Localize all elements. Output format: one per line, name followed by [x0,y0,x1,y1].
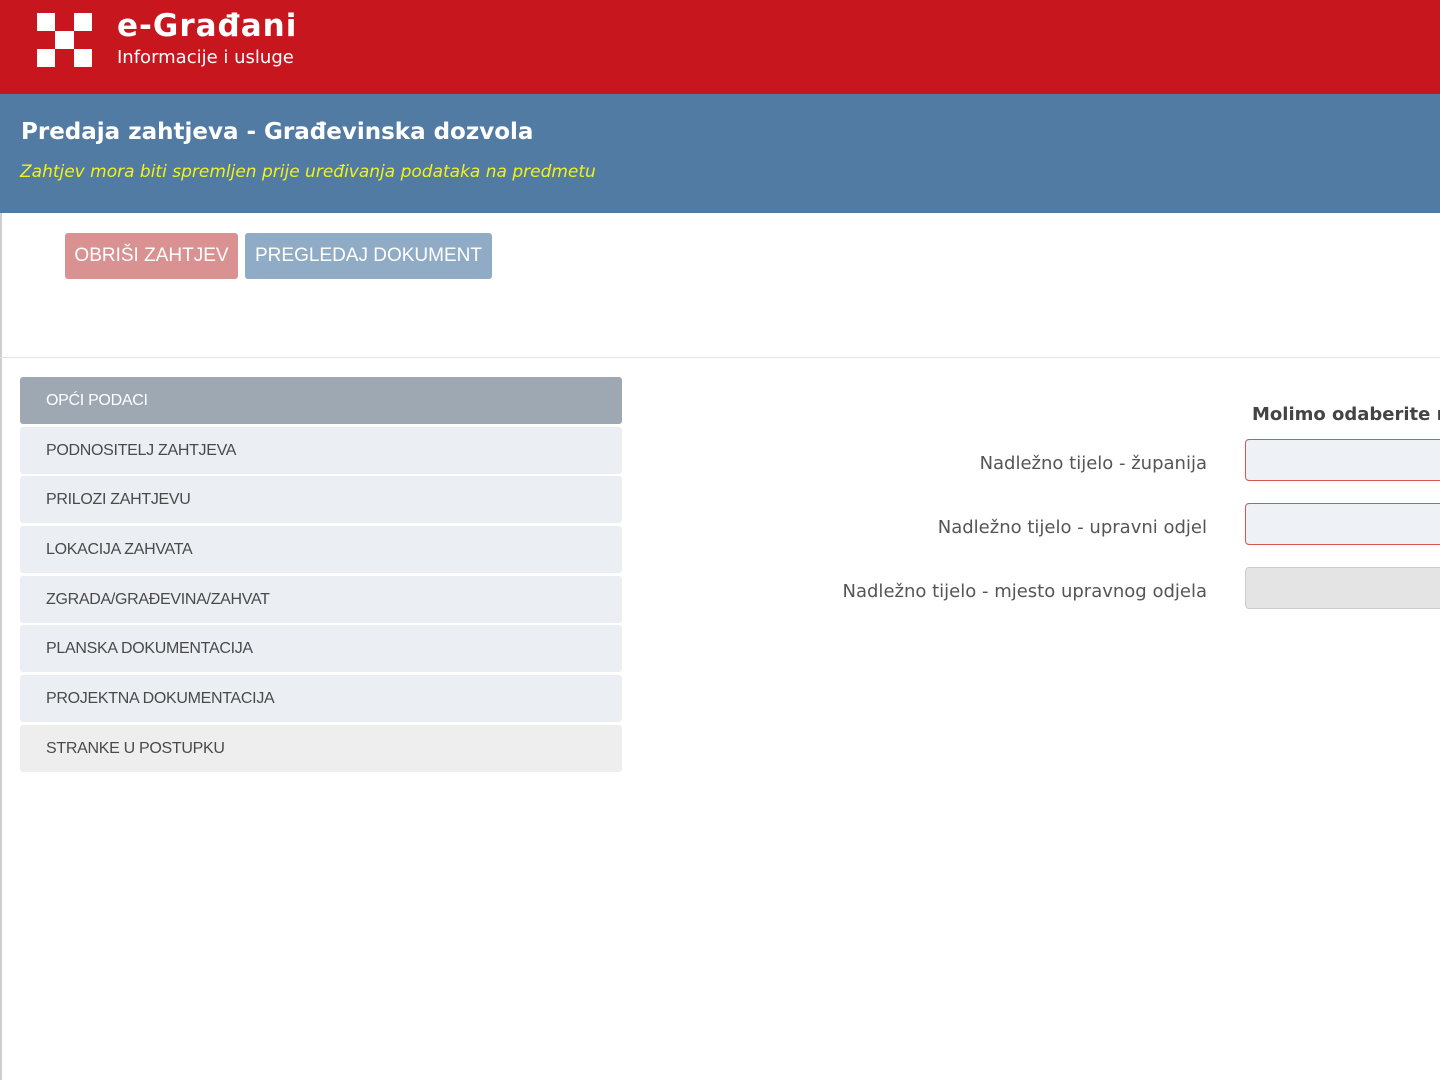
page-title: Predaja zahtjeva - Građevinska dozvola [21,119,534,145]
nav-item-opci-podaci[interactable]: OPĆI PODACI [20,377,622,424]
department-select[interactable] [1245,503,1440,545]
section-divider [0,357,1440,358]
nav-item-lokacija-zahvata[interactable]: LOKACIJA ZAHVATA [20,526,622,574]
county-select[interactable] [1245,439,1440,481]
county-label: Nadležno tijelo - županija [979,453,1207,474]
department-label: Nadležno tijelo - upravni odjel [937,517,1207,538]
department-location-label: Nadležno tijelo - mjesto upravnog odjela [842,581,1207,602]
top-brand-bar: e-Građani Informacije i usluge [0,0,1440,94]
department-location-field [1245,567,1440,609]
nav-item-projektna-dokumentacija[interactable]: PROJEKTNA DOKUMENTACIJA [20,675,622,723]
section-nav: OPĆI PODACI PODNOSITELJ ZAHTJEVA PRILOZI… [20,377,622,775]
nav-item-planska-dokumentacija[interactable]: PLANSKA DOKUMENTACIJA [20,625,622,673]
save-notice: Zahtjev mora biti spremljen prije uređiv… [20,162,596,182]
app-subtitle: Informacije i usluge [117,47,294,68]
preview-document-button[interactable]: PREGLEDAJ DOKUMENT [245,233,492,279]
nav-item-podnositelj-zahtjeva[interactable]: PODNOSITELJ ZAHTJEVA [20,426,622,474]
form-heading: Molimo odaberite na [1252,404,1440,425]
nav-item-stranke-u-postupku[interactable]: STRANKE U POSTUPKU [20,724,622,772]
checkerboard-logo [37,13,92,67]
page-header: Predaja zahtjeva - Građevinska dozvola Z… [0,94,1440,213]
app-title: e-Građani [117,8,298,44]
nav-item-prilozi-zahtjevu[interactable]: PRILOZI ZAHTJEVU [20,476,622,524]
delete-request-button[interactable]: OBRIŠI ZAHTJEV [65,233,238,279]
nav-item-zgrada-gradevina-zahvat[interactable]: ZGRADA/GRAĐEVINA/ZAHVAT [20,575,622,623]
